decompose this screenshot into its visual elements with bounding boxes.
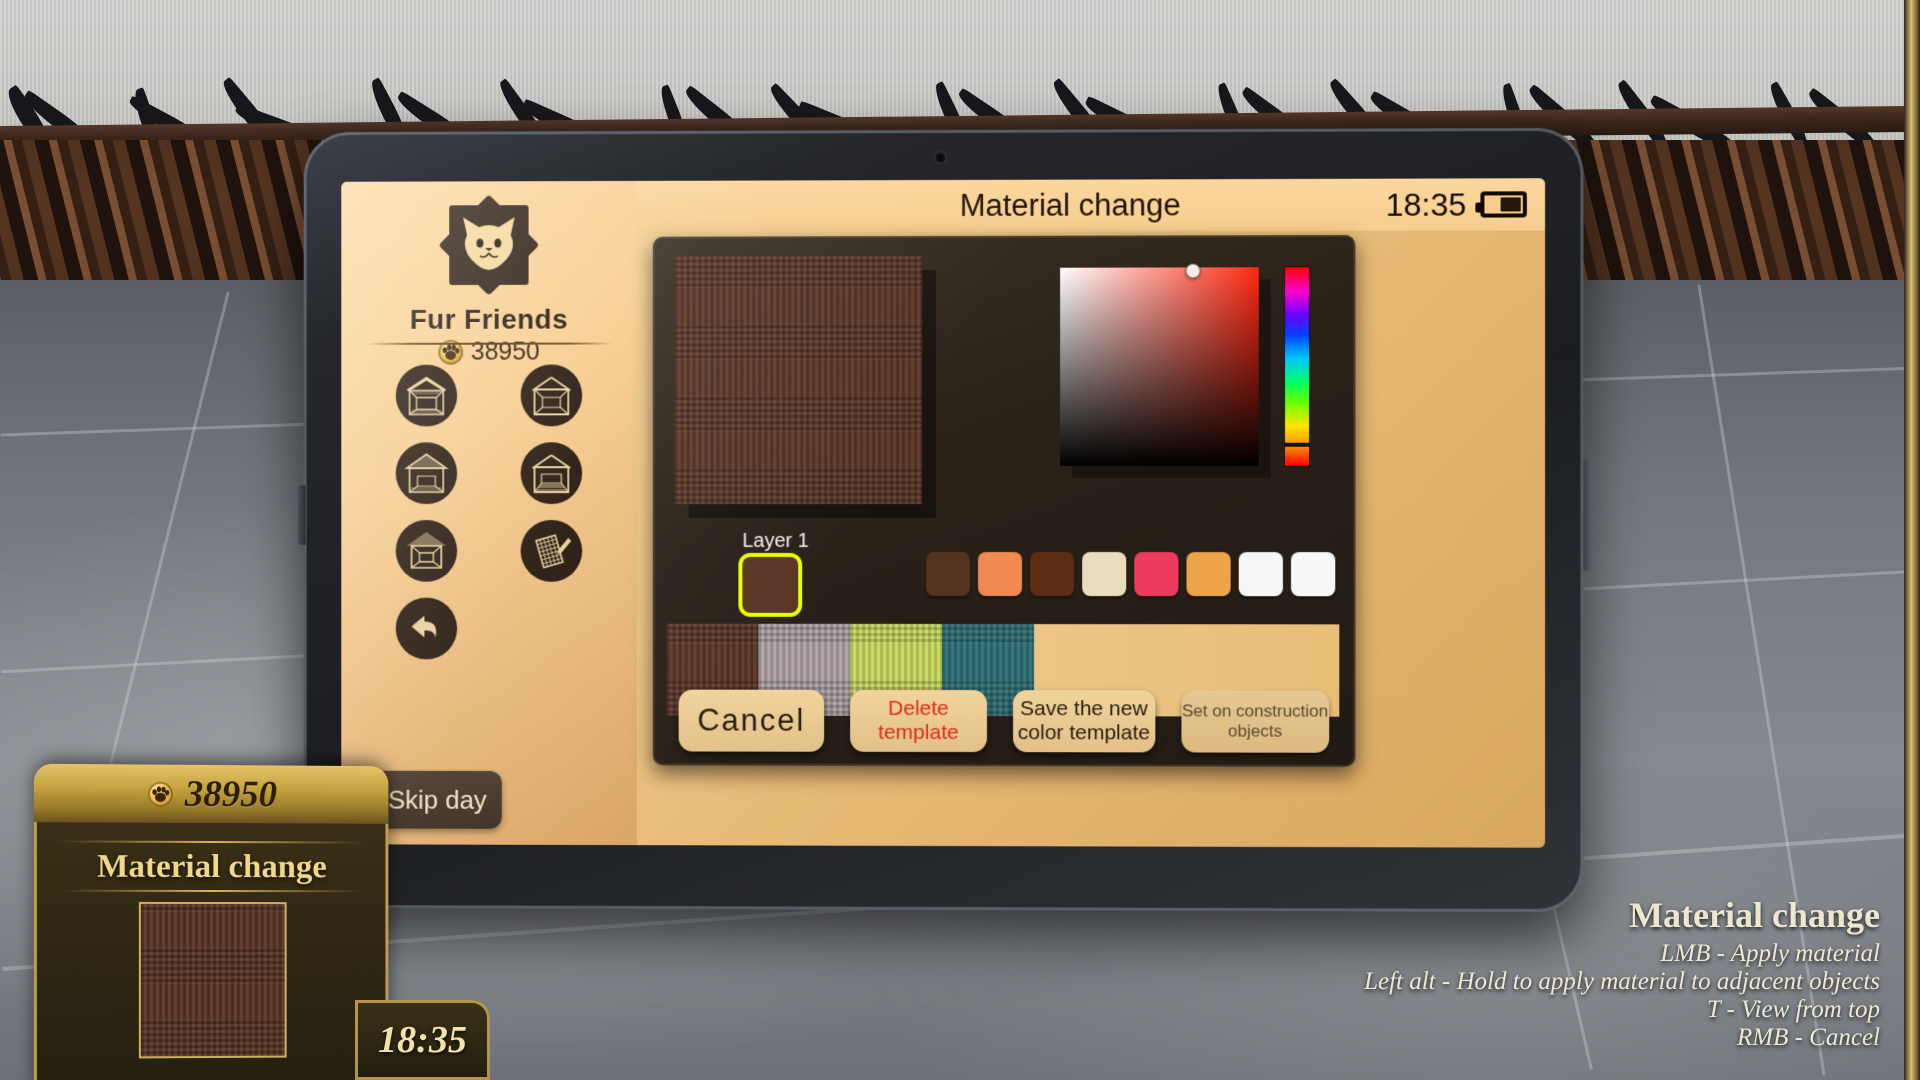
swatch-cream[interactable] [1082,552,1127,597]
screen-edge-accent [1904,0,1920,1080]
set-on-construction-objects-button[interactable]: Set on construction objects [1180,690,1330,753]
sidebar-item-build-floor[interactable] [520,442,583,505]
sidebar-item-build-walls[interactable] [520,364,583,427]
help-line: T - View from top [1706,996,1880,1023]
color-palette [926,551,1336,597]
build-tool-grid [375,364,603,660]
saturation-value-picker[interactable] [1060,263,1259,466]
save-color-template-button[interactable]: Save the new color template [1013,690,1155,753]
preview-and-picker [671,249,1338,522]
help-line: Left alt - Hold to apply material to adj… [1364,968,1880,995]
sidebar-divider [365,342,614,345]
swatch-pink-red[interactable] [1134,552,1179,597]
battery-icon [1480,191,1527,218]
help-line: LMB - Apply material [1660,940,1880,967]
tablet-device: Fur Friends 38950 Skip day Material chan… [297,127,1592,913]
tablet-volume-button[interactable] [1583,459,1592,571]
hud-clock-value: 18:35 [378,1019,467,1061]
help-overlay: Material change LMB - Apply material Lef… [1364,894,1880,1052]
sidebar-item-undo[interactable] [395,597,458,660]
skip-day-button[interactable]: Skip day [372,770,502,829]
hud-material-thumbnail [140,903,285,1057]
tablet-clock: 18:35 [1385,185,1467,223]
editor-main: Material change 18:35 Layer 1 Cancel Del… [636,178,1546,848]
help-title: Material change [1629,895,1880,935]
sidebar: Fur Friends 38950 Skip day [341,180,637,846]
material-editor-panel: Layer 1 Cancel Delete template Save the … [652,234,1356,767]
hue-slider[interactable] [1283,267,1311,466]
tablet-screen: Fur Friends 38950 Skip day Material chan… [341,178,1546,848]
material-preview[interactable] [674,256,923,505]
delete-template-button[interactable]: Delete template [849,689,988,753]
screen-topbar: Material change 18:35 [636,178,1546,233]
swatch-amber[interactable] [1186,552,1231,597]
cat-face-icon [463,217,515,271]
layer-row: Layer 1 [671,530,1338,626]
sidebar-item-build-ceiling[interactable] [395,520,458,582]
game-screen: Fur Friends 38950 Skip day Material chan… [0,0,1920,1080]
swatch-dark-brown[interactable] [926,551,971,597]
sv-gradient[interactable] [1060,267,1259,466]
tablet-camera-icon [935,151,946,164]
hud-panel: 38950 Material change [33,763,389,1080]
brand-name: Fur Friends [409,303,569,335]
sidebar-item-build-room[interactable] [395,364,458,427]
hud-coin-amount: 38950 [184,773,277,815]
swatch-deep-brown[interactable] [1030,552,1075,597]
hud-clock: 18:35 [355,1000,490,1080]
swatch-white-2[interactable] [1290,552,1336,597]
tablet-side-button[interactable] [297,485,306,545]
layer-label: Layer 1 [742,529,809,552]
editor-button-row: Cancel Delete template Save the new colo… [678,689,1330,753]
cancel-button[interactable]: Cancel [678,689,824,752]
cat-logo-icon [438,194,540,296]
sv-cursor-handle[interactable] [1185,263,1201,279]
hud-mode-title: Material change [97,848,327,886]
layer-1-swatch[interactable] [742,556,799,613]
swatch-orange[interactable] [978,552,1023,597]
hud-coin-bar: 38950 [33,763,389,824]
sidebar-item-build-roof[interactable] [395,442,458,505]
sidebar-item-material-edit[interactable] [520,520,583,582]
page-title: Material change [959,187,1181,223]
hue-slider-handle[interactable] [1283,442,1311,448]
hud-paw-coin-icon [147,781,173,807]
swatch-white-1[interactable] [1238,552,1283,597]
brand-block: Fur Friends 38950 [341,194,637,367]
help-line: RMB - Cancel [1736,1024,1880,1051]
